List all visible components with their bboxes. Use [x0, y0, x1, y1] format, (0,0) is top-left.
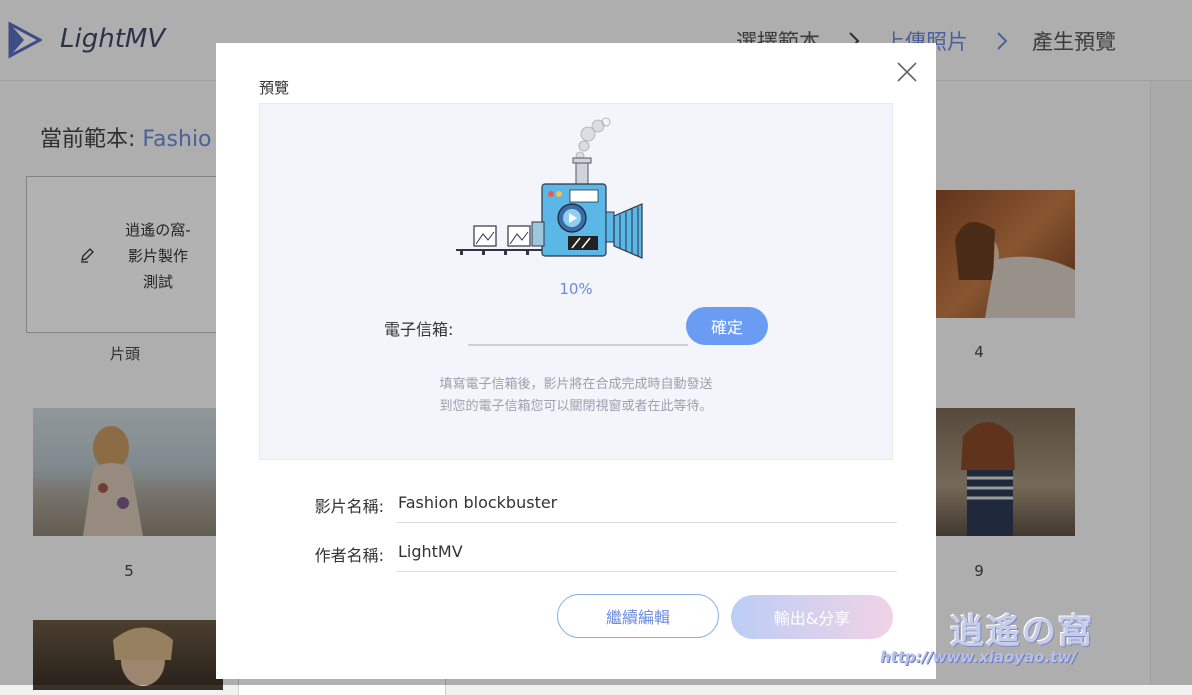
- email-hint-line: 到您的電子信箱您可以關閉視窗或者在此等待。: [439, 399, 713, 414]
- email-hint-line: 填寫電子信箱後，影片將在合成完成時自動發送: [439, 377, 713, 392]
- watermark-url: http://www.xiaoyao.tw/: [880, 648, 1077, 666]
- video-name-input[interactable]: [396, 484, 897, 523]
- email-input[interactable]: [468, 308, 688, 346]
- close-icon[interactable]: [896, 61, 918, 83]
- preview-modal: 預覽 10% 電子信箱: 確定 填寫電子信箱後，影片將在合成完成時自動發送 到您…: [216, 43, 936, 679]
- rendering-machine-illustration: [456, 117, 643, 259]
- author-name-input[interactable]: [396, 533, 897, 572]
- continue-editing-button[interactable]: 繼續編輯: [557, 594, 719, 638]
- modal-title: 預覽: [259, 79, 290, 97]
- email-label: 電子信箱:: [384, 320, 454, 339]
- author-name-label: 作者名稱:: [314, 546, 384, 565]
- preview-area: 10% 電子信箱: 確定 填寫電子信箱後，影片將在合成完成時自動發送 到您的電子…: [259, 103, 893, 460]
- watermark-title: 逍遙の窩: [950, 612, 1094, 652]
- video-name-label: 影片名稱:: [314, 497, 384, 516]
- confirm-button[interactable]: 確定: [686, 307, 768, 345]
- progress-percent: 10%: [559, 280, 593, 298]
- site-watermark: 逍遙の窩 http://www.xiaoyao.tw/: [880, 600, 1140, 680]
- export-share-button[interactable]: 輸出&分享: [731, 595, 893, 639]
- email-hint: 填寫電子信箱後，影片將在合成完成時自動發送 到您的電子信箱您可以關閉視窗或者在此…: [260, 374, 892, 418]
